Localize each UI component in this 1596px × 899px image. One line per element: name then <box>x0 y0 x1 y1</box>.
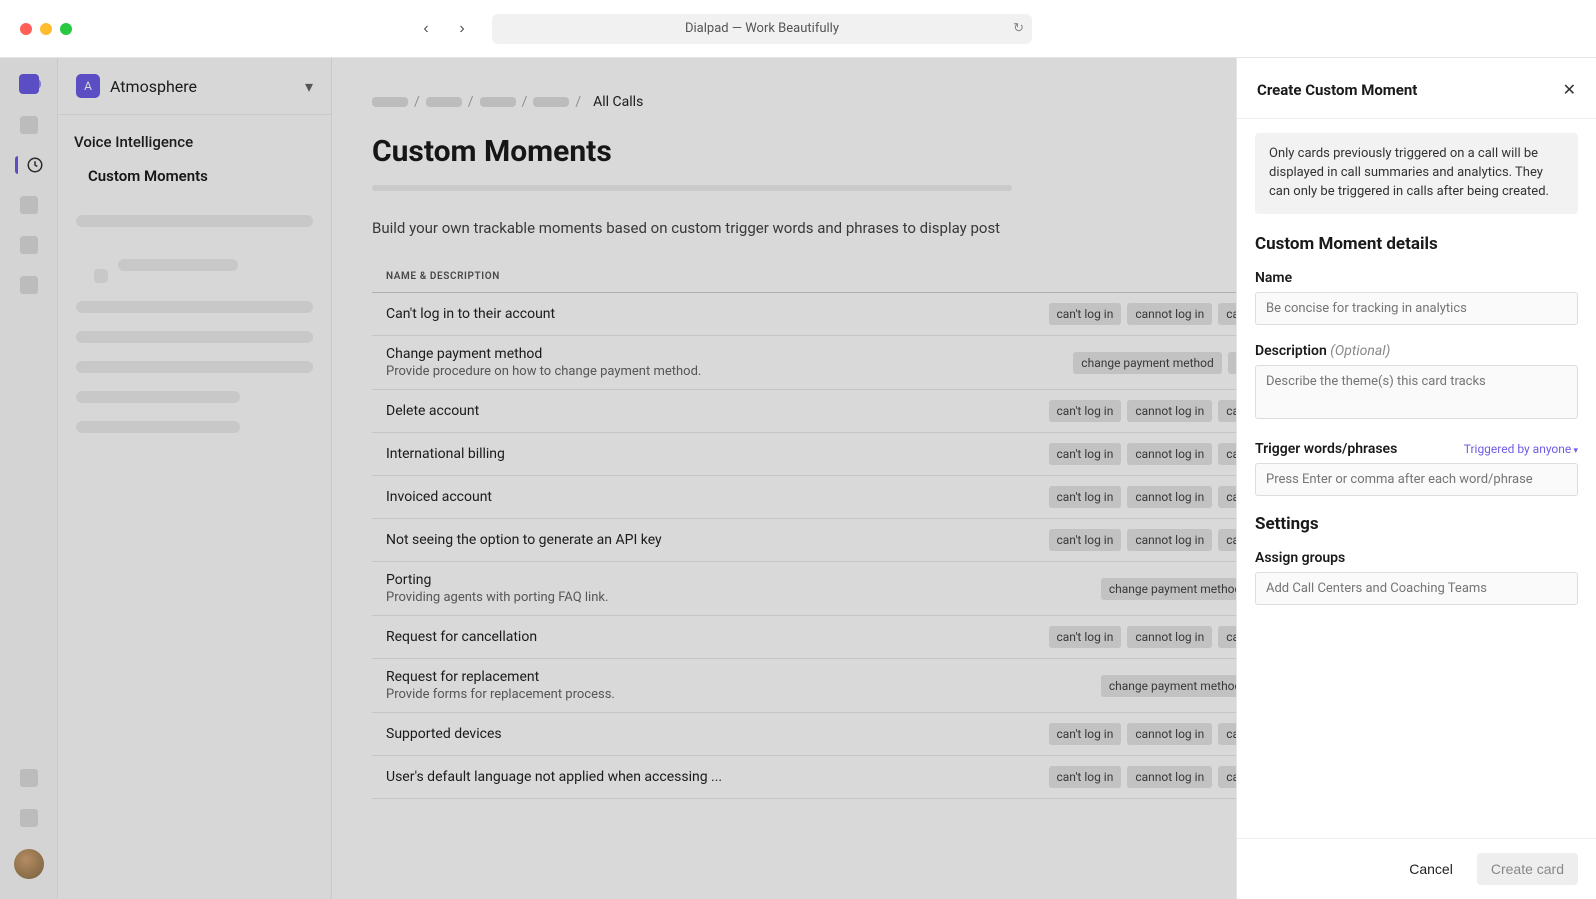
address-bar[interactable]: Dialpad — Work Beautifully ↻ <box>492 14 1032 44</box>
rail-item-settings[interactable] <box>20 769 38 787</box>
rail-item-3[interactable] <box>20 196 38 214</box>
row-name: International billing <box>386 446 846 462</box>
sidebar-placeholder-icon <box>94 269 108 283</box>
row-name: Delete account <box>386 403 846 419</box>
minimize-window-icon[interactable] <box>40 23 52 35</box>
sidebar-placeholder <box>76 215 313 227</box>
workspace-switcher[interactable]: A Atmosphere ▾ <box>58 58 331 114</box>
trigger-tag: cannot log in <box>1127 303 1212 325</box>
row-description: Provide procedure on how to change payme… <box>386 364 846 379</box>
trigger-tag: change payment method <box>1073 352 1221 374</box>
groups-label: Assign groups <box>1255 550 1578 566</box>
sidebar-section-voice-intelligence[interactable]: Voice Intelligence <box>58 115 331 155</box>
trigger-tag: cannot log in <box>1127 443 1212 465</box>
trigger-input[interactable] <box>1255 463 1578 496</box>
rail-item-1[interactable] <box>20 116 38 134</box>
trigger-tag: change payment method <box>1101 578 1249 600</box>
row-name: User's default language not applied when… <box>386 769 846 785</box>
rail-item-4[interactable] <box>20 236 38 254</box>
title-underline <box>372 185 1012 191</box>
breadcrumb-placeholder <box>372 97 408 107</box>
groups-input[interactable] <box>1255 572 1578 605</box>
description-label: Description (Optional) <box>1255 343 1578 359</box>
trigger-tag: cannot log in <box>1127 400 1212 422</box>
trigger-tag: can't log in <box>1049 723 1122 745</box>
trigger-tag: cannot log in <box>1127 723 1212 745</box>
sidebar-placeholder <box>76 391 240 403</box>
trigger-tag: can't log in <box>1049 529 1122 551</box>
name-input[interactable] <box>1255 292 1578 325</box>
maximize-window-icon[interactable] <box>60 23 72 35</box>
create-moment-panel: Create Custom Moment ✕ Only cards previo… <box>1236 58 1596 899</box>
row-name: Invoiced account <box>386 489 846 505</box>
settings-heading: Settings <box>1255 514 1578 534</box>
close-window-icon[interactable] <box>20 23 32 35</box>
breadcrumb-current[interactable]: All Calls <box>593 94 643 110</box>
app-logo-icon[interactable] <box>19 74 39 94</box>
sidebar-placeholder <box>76 331 313 343</box>
breadcrumb-placeholder <box>480 97 516 107</box>
breadcrumb-placeholder <box>533 97 569 107</box>
trigger-tag: can't log in <box>1049 766 1122 788</box>
trigger-tag: can't log in <box>1049 443 1122 465</box>
rail-item-5[interactable] <box>20 276 38 294</box>
row-name: Can't log in to their account <box>386 306 846 322</box>
traffic-lights <box>20 23 72 35</box>
trigger-tag: can't log in <box>1049 400 1122 422</box>
address-text: Dialpad — Work Beautifully <box>685 21 839 36</box>
trigger-tag: cannot log in <box>1127 486 1212 508</box>
create-card-button[interactable]: Create card <box>1477 853 1578 885</box>
rail-item-help[interactable] <box>20 809 38 827</box>
workspace-avatar: A <box>76 74 100 98</box>
details-heading: Custom Moment details <box>1255 234 1578 254</box>
trigger-tag: cannot log in <box>1127 626 1212 648</box>
description-input[interactable] <box>1255 365 1578 419</box>
trigger-tag: change payment method <box>1101 675 1249 697</box>
nav-rail <box>0 58 58 899</box>
trigger-label: Trigger words/phrases <box>1255 441 1397 457</box>
row-name: Porting <box>386 572 846 588</box>
row-description: Provide forms for replacement process. <box>386 687 846 702</box>
trigger-tag: cannot log in <box>1127 529 1212 551</box>
panel-close-button[interactable]: ✕ <box>1563 80 1576 100</box>
titlebar: ‹ › Dialpad — Work Beautifully ↻ <box>0 0 1596 58</box>
trigger-tag: can't log in <box>1049 626 1122 648</box>
user-avatar[interactable] <box>14 849 44 879</box>
trigger-filter-dropdown[interactable]: Triggered by anyone <box>1464 442 1578 456</box>
reload-icon[interactable]: ↻ <box>1013 21 1024 36</box>
info-box: Only cards previously triggered on a cal… <box>1255 133 1578 214</box>
trigger-tag: cannot log in <box>1127 766 1212 788</box>
row-name: Change payment method <box>386 346 846 362</box>
trigger-tag: can't log in <box>1049 486 1122 508</box>
sidebar-placeholder <box>76 301 313 313</box>
rail-item-history[interactable] <box>15 156 39 174</box>
panel-title: Create Custom Moment <box>1257 81 1417 99</box>
name-label: Name <box>1255 270 1578 286</box>
breadcrumb-placeholder <box>426 97 462 107</box>
workspace-name: Atmosphere <box>110 77 295 96</box>
trigger-tag: can't log in <box>1049 303 1122 325</box>
row-name: Not seeing the option to generate an API… <box>386 532 846 548</box>
chevron-down-icon: ▾ <box>305 77 313 96</box>
sidebar: A Atmosphere ▾ Voice Intelligence Custom… <box>58 58 332 899</box>
row-name: Request for cancellation <box>386 629 846 645</box>
col-name[interactable]: NAME & DESCRIPTION <box>372 261 858 293</box>
sidebar-item-custom-moments[interactable]: Custom Moments <box>58 155 331 197</box>
row-name: Request for replacement <box>386 669 846 685</box>
nav-forward-button[interactable]: › <box>448 15 476 43</box>
row-name: Supported devices <box>386 726 846 742</box>
cancel-button[interactable]: Cancel <box>1395 853 1467 885</box>
sidebar-placeholder <box>76 361 313 373</box>
sidebar-placeholder <box>118 259 238 271</box>
sidebar-placeholder <box>76 421 240 433</box>
nav-back-button[interactable]: ‹ <box>412 15 440 43</box>
row-description: Providing agents with porting FAQ link. <box>386 590 846 605</box>
